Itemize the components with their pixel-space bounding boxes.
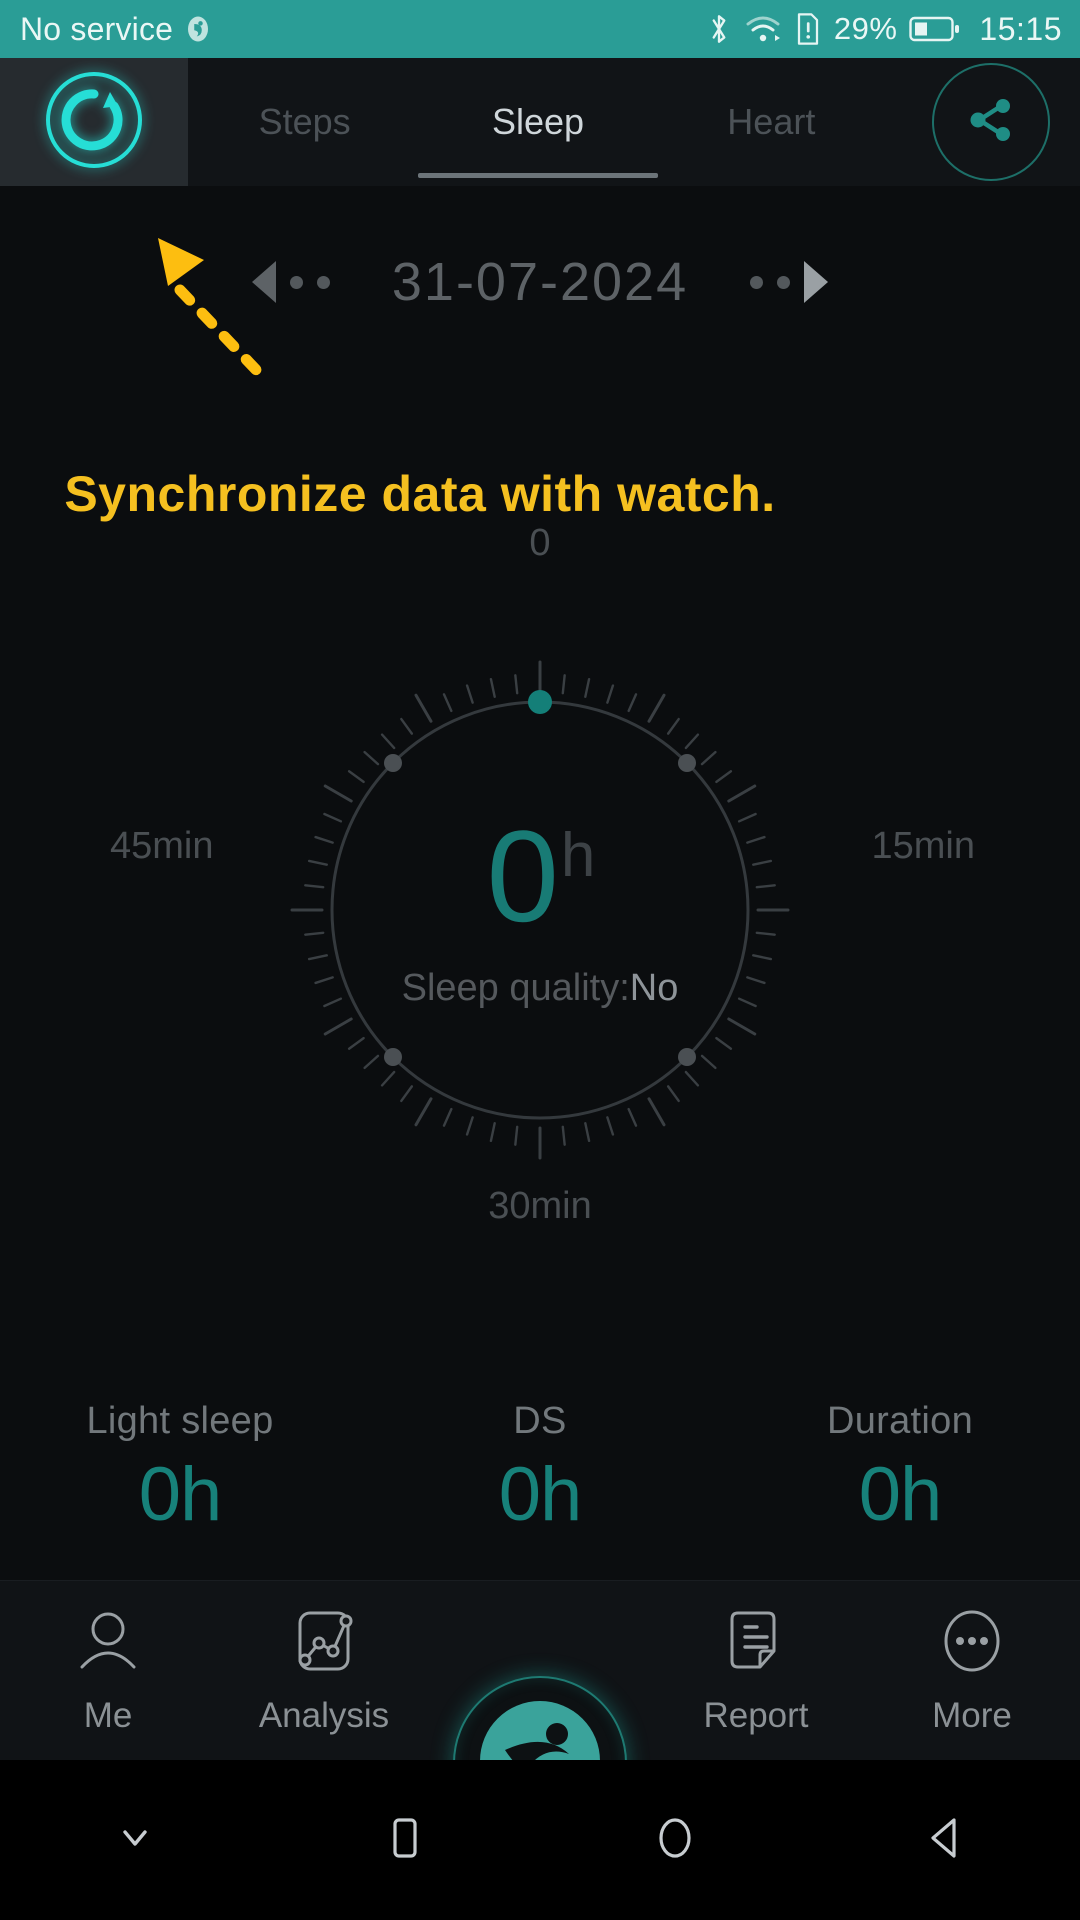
ellipsis-circle-icon (936, 1605, 1008, 1682)
status-bar-left: No service (20, 11, 706, 48)
sync-button[interactable] (0, 58, 188, 186)
stat-label: DS (513, 1400, 567, 1442)
document-icon (720, 1605, 792, 1682)
annotation-text: Synchronize data with watch. (64, 466, 776, 522)
stat-light-sleep: Light sleep 0h (0, 1400, 360, 1580)
status-bar: No service 29% 15:15 (0, 0, 1080, 58)
chart-icon (288, 1605, 360, 1682)
carrier-badge-icon (183, 14, 213, 44)
bluetooth-icon (706, 11, 732, 47)
carrier-label: No service (20, 10, 174, 47)
tab-steps[interactable]: Steps (188, 58, 421, 186)
stat-value: 0h (498, 1452, 583, 1537)
stat-label: Light sleep (86, 1400, 274, 1442)
nav-item-me[interactable]: Me (0, 1605, 216, 1736)
date-dot (777, 275, 790, 289)
nav-item-analysis[interactable]: Analysis (216, 1605, 432, 1736)
date-next-button[interactable] (750, 261, 828, 303)
clock-label: 15:15 (979, 10, 1062, 47)
stat-label: Duration (826, 1400, 974, 1442)
android-recents-button[interactable] (270, 1811, 540, 1870)
date-dot (750, 275, 763, 289)
sleep-stats-row: Light sleep 0h DS 0h Duration 0h (0, 1400, 1080, 1580)
arrow-right-icon (804, 261, 828, 303)
battery-percent-label: 29% (833, 11, 898, 46)
top-bar: Steps Sleep Heart (0, 58, 1080, 186)
nav-label: Analysis (258, 1696, 390, 1735)
stat-value: 0h (138, 1452, 223, 1537)
sleep-duration-unit: h (560, 820, 596, 890)
android-nav-bar (0, 1760, 1080, 1920)
share-icon (962, 91, 1020, 154)
tab-sleep[interactable]: Sleep (421, 58, 654, 186)
circle-home-icon (648, 1811, 702, 1870)
status-bar-right: 29% 15:15 (706, 11, 1062, 48)
date-dot (317, 275, 330, 289)
tab-heart[interactable]: Heart (655, 58, 888, 186)
android-home-button[interactable] (540, 1811, 810, 1870)
chevron-down-icon (111, 1814, 159, 1867)
app-screen: No service 29% 15:15 Steps Sleep Heart 3… (0, 0, 1080, 1920)
tab-bar: Steps Sleep Heart (188, 58, 888, 186)
nav-label: Report (703, 1696, 809, 1735)
sleep-dial[interactable]: 0 15min 30min 45min 0 h Sleep quality:No (0, 522, 1080, 1260)
sleep-duration-number: 0 (486, 802, 559, 949)
wifi-icon (744, 13, 782, 45)
stat-value: 0h (858, 1452, 943, 1537)
stat-duration: Duration 0h (720, 1400, 1080, 1580)
sim-alert-icon (794, 11, 822, 47)
date-dot (290, 275, 303, 289)
triangle-back-icon (918, 1811, 972, 1870)
battery-icon (909, 14, 961, 44)
sync-refresh-icon (40, 66, 148, 179)
dial-center-readout: 0 h Sleep quality:No (0, 560, 1080, 1260)
android-hide-keyboard-button[interactable] (0, 1814, 270, 1867)
nav-item-more[interactable]: More (864, 1605, 1080, 1736)
sleep-duration-value-group: 0 h (486, 802, 596, 949)
pointer-arrow-icon (150, 228, 290, 393)
nav-label: More (932, 1696, 1012, 1735)
dial-label-top: 0 (529, 522, 551, 564)
sleep-quality: Sleep quality:No (402, 967, 679, 1010)
sleep-quality-label: Sleep quality: (401, 966, 630, 1009)
square-recents-icon (378, 1811, 432, 1870)
android-back-button[interactable] (810, 1811, 1080, 1870)
sleep-quality-value: No (629, 966, 679, 1009)
nav-item-report[interactable]: Report (648, 1605, 864, 1736)
date-label[interactable]: 31-07-2024 (330, 251, 750, 313)
person-icon (72, 1605, 144, 1682)
share-button[interactable] (932, 63, 1050, 181)
stat-ds: DS 0h (360, 1400, 720, 1580)
nav-label: Me (83, 1696, 133, 1735)
